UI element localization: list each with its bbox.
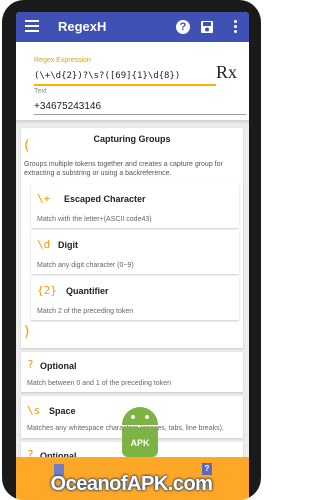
regex-label: Regex Expression bbox=[34, 57, 91, 64]
group-title: Capturing Groups bbox=[93, 134, 171, 144]
token-card[interactable]: {2} Quantifier Match 2 of the preceding … bbox=[31, 276, 239, 320]
rx-button[interactable]: Rx bbox=[216, 62, 237, 83]
menu-icon[interactable] bbox=[25, 20, 39, 34]
token-symbol: \d bbox=[37, 238, 51, 251]
token-description: Match with the letter+(ASCII code43) bbox=[37, 216, 152, 223]
token-description: Match any digit character (0−9) bbox=[37, 262, 134, 269]
token-symbol: ? bbox=[27, 358, 34, 371]
capturing-group-card: ( Capturing Groups Groups multiple token… bbox=[21, 128, 243, 348]
token-name: Escaped Character bbox=[64, 194, 146, 204]
regex-input[interactable]: (\+\d{2})?\s?([69]{1}\d{8}) bbox=[34, 71, 180, 81]
input-divider bbox=[16, 120, 249, 124]
app-bar: RegexH ? bbox=[16, 12, 249, 42]
text-label: Text bbox=[34, 88, 47, 95]
input-panel: Regex Expression (\+\d{2})?\s?([69]{1}\d… bbox=[16, 42, 249, 120]
token-name: Digit bbox=[58, 240, 78, 250]
app-title: RegexH bbox=[58, 19, 107, 34]
token-name: Space bbox=[49, 406, 76, 416]
android-eye bbox=[131, 415, 135, 419]
token-description: Match between 0 and 1 of the preceding t… bbox=[27, 380, 171, 387]
save-icon[interactable] bbox=[200, 20, 214, 34]
regex-underline bbox=[34, 84, 216, 86]
android-head bbox=[122, 407, 158, 425]
text-input[interactable]: +34675243146 bbox=[34, 101, 101, 112]
help-icon[interactable]: ? bbox=[176, 20, 190, 34]
token-card[interactable]: ? Optional Match between 0 and 1 of the … bbox=[21, 352, 243, 392]
token-symbol: \+ bbox=[37, 192, 51, 205]
token-card[interactable]: \d Digit Match any digit character (0−9) bbox=[31, 230, 239, 274]
android-eye bbox=[145, 415, 149, 419]
more-options-icon[interactable] bbox=[228, 20, 242, 34]
text-underline bbox=[34, 114, 246, 115]
token-name: Quantifier bbox=[66, 286, 109, 296]
token-name: Optional bbox=[40, 361, 77, 371]
token-card[interactable]: \+ Escaped Character Match with the lett… bbox=[31, 184, 239, 228]
token-symbol: \s bbox=[27, 404, 41, 417]
token-symbol: {2} bbox=[37, 284, 57, 297]
token-description: Match 2 of the preceding token bbox=[37, 308, 134, 315]
group-close-paren: ) bbox=[24, 324, 30, 340]
apk-badge: APK bbox=[130, 438, 150, 448]
android-logo: APK bbox=[118, 407, 162, 465]
group-description: Groups multiple tokens together and crea… bbox=[24, 161, 223, 177]
watermark: OceanofAPK.com bbox=[50, 473, 213, 495]
